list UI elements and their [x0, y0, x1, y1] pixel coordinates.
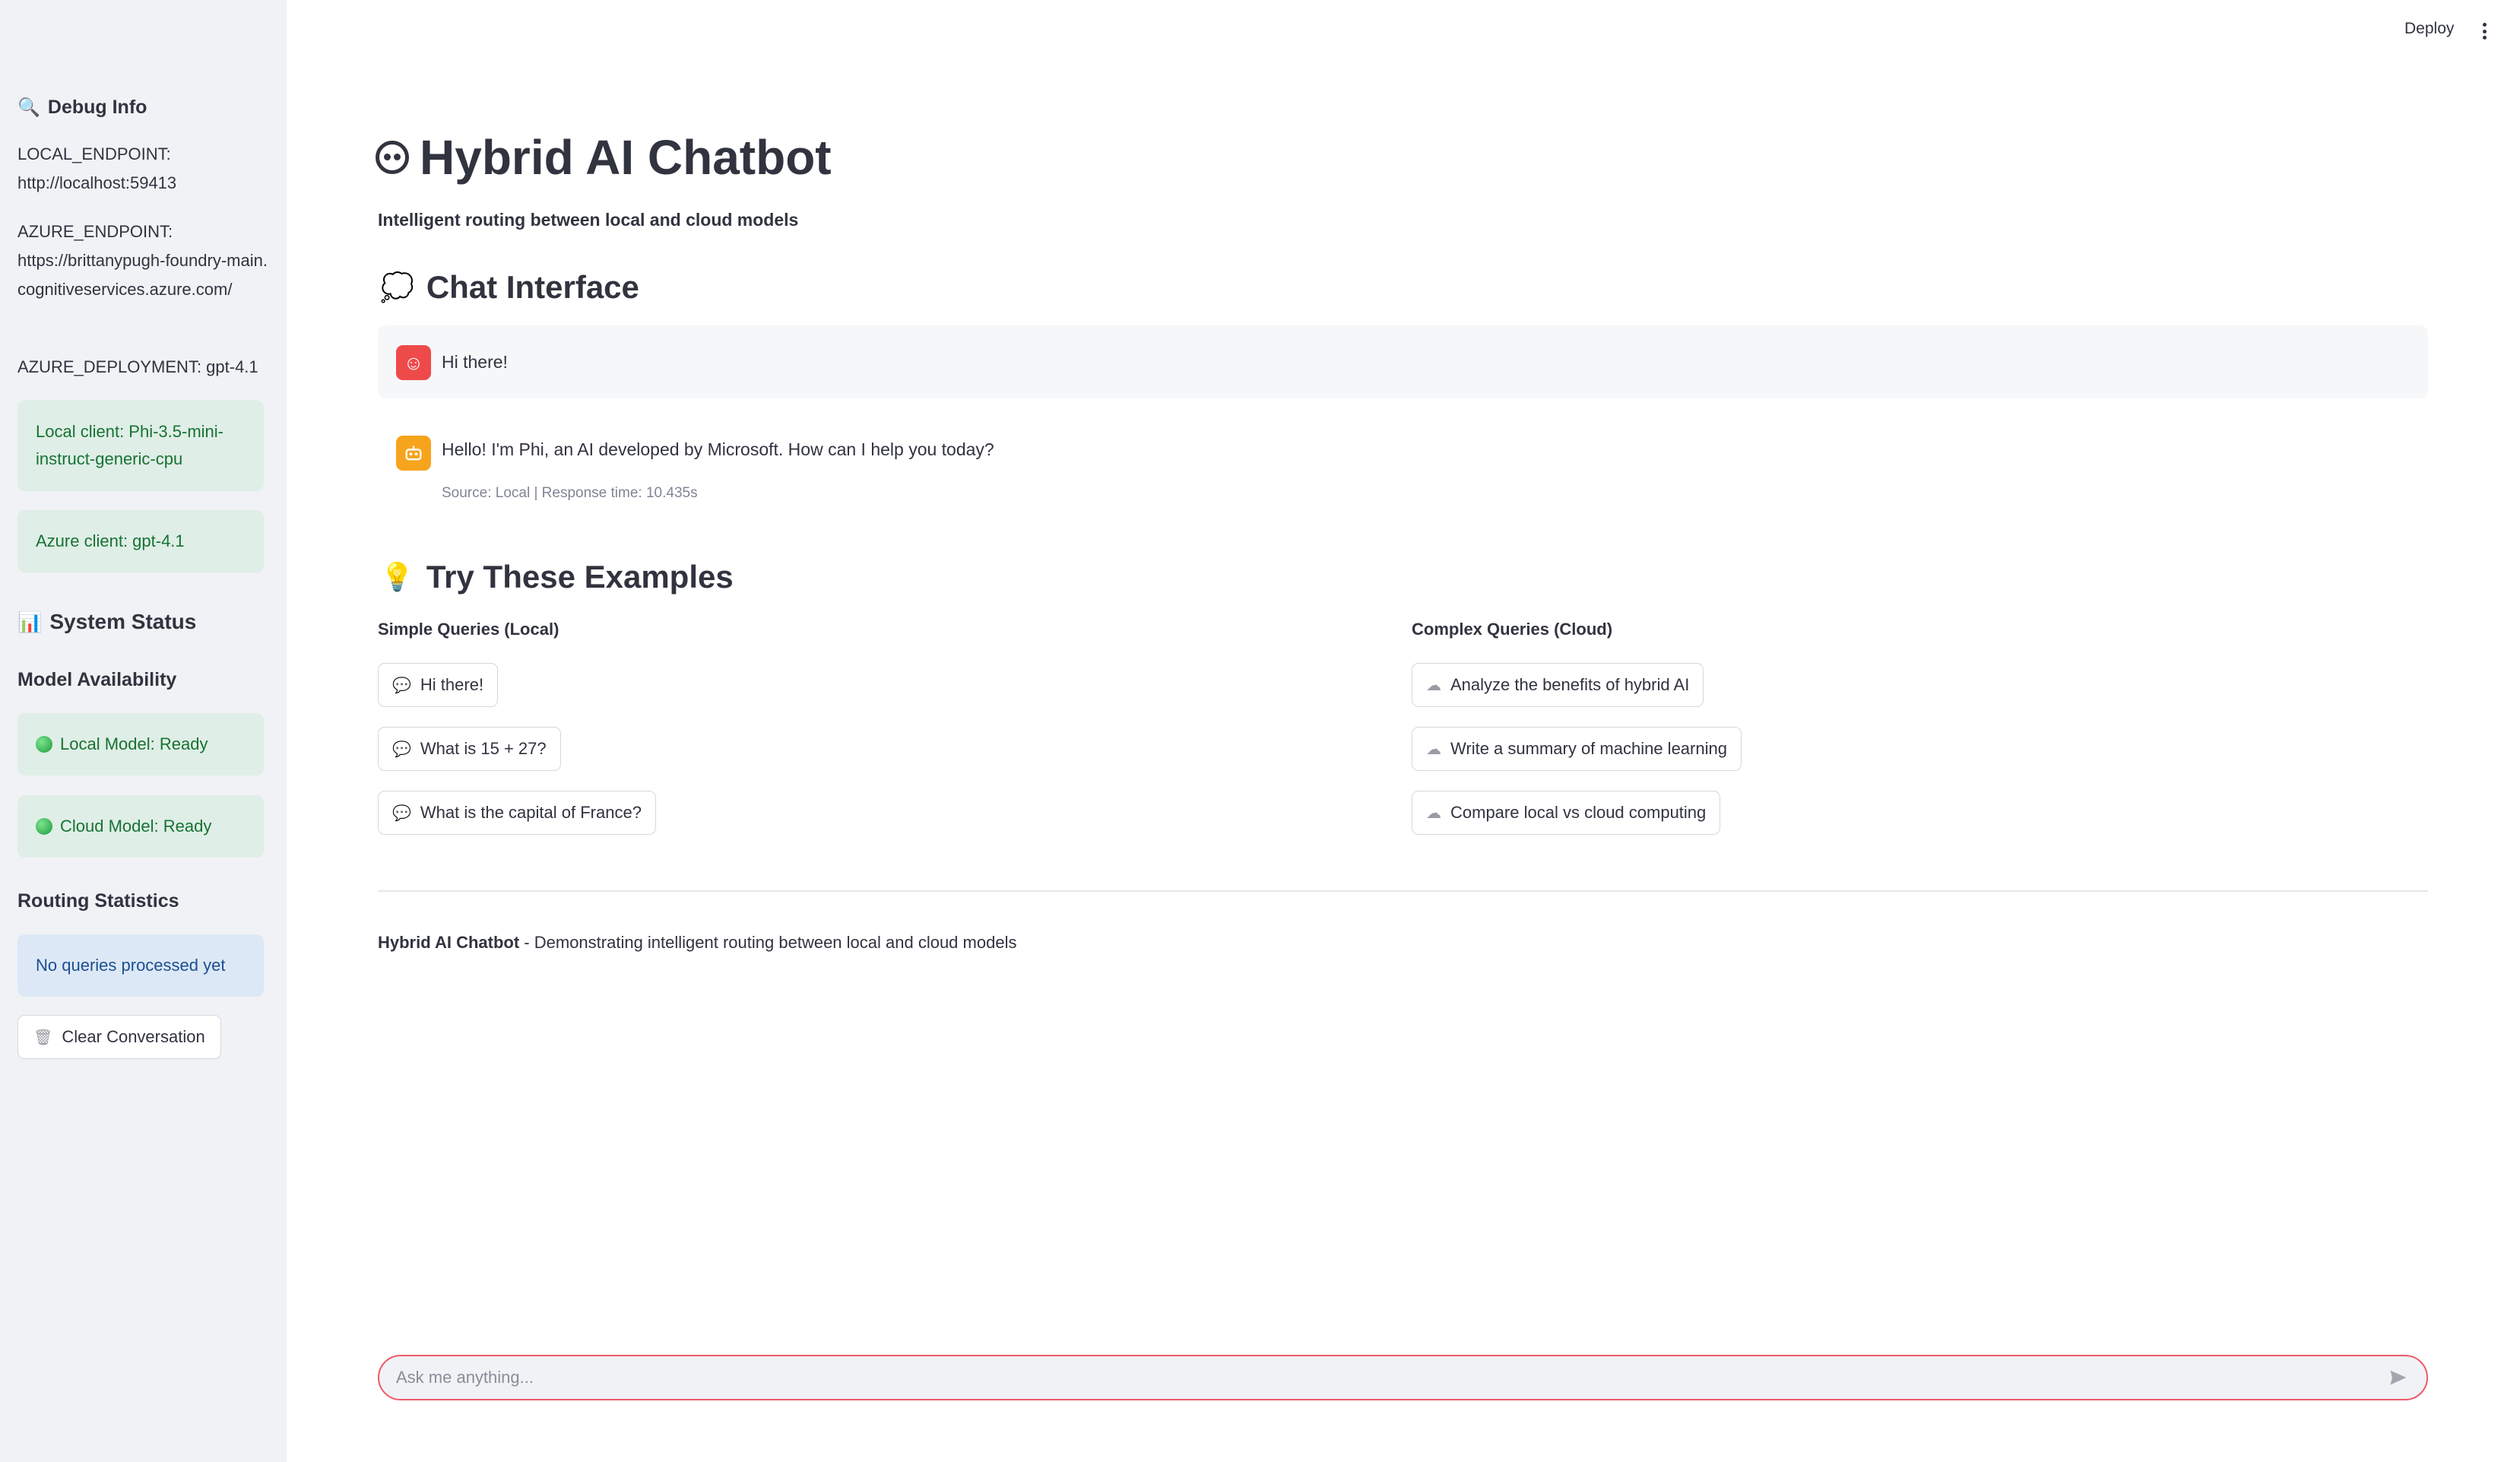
- speech-bubble-icon: 💬: [392, 677, 411, 694]
- assistant-message-text: Hello! I'm Phi, an AI developed by Micro…: [442, 439, 994, 459]
- cloud-model-status: Cloud Model: Ready: [17, 795, 264, 858]
- lightbulb-icon: 💡: [380, 561, 414, 592]
- example-complex-button[interactable]: ☁ Compare local vs cloud computing: [1412, 791, 1721, 835]
- footer-caption: Hybrid AI Chatbot - Demonstrating intell…: [378, 933, 1017, 952]
- speech-bubble-icon: 💭: [380, 271, 414, 303]
- simple-queries-heading: Simple Queries (Local): [378, 620, 559, 639]
- main-menu-icon[interactable]: [2477, 18, 2492, 44]
- sidebar: 🔍 Debug Info LOCAL_ENDPOINT: http://loca…: [0, 0, 287, 1462]
- azure-endpoint-text: AZURE_ENDPOINT: https://brittanypugh-fou…: [17, 222, 268, 299]
- examples-heading: 💡 Try These Examples: [380, 559, 734, 595]
- divider: [378, 890, 2428, 892]
- example-simple-button[interactable]: 💬 What is the capital of France?: [378, 791, 656, 835]
- cloud-icon: ☁: [1426, 741, 1441, 758]
- example-simple-button[interactable]: 💬 Hi there!: [378, 663, 499, 707]
- green-circle-icon: [36, 736, 52, 753]
- local-client-alert: Local client: Phi-3.5-mini-instruct-gene…: [17, 400, 264, 491]
- green-circle-icon: [36, 818, 52, 835]
- page-subtitle: Intelligent routing between local and cl…: [378, 210, 799, 230]
- cloud-icon: ☁: [1426, 677, 1441, 694]
- speech-bubble-icon: 💬: [392, 804, 411, 822]
- chat-interface-heading: 💭 Chat Interface: [380, 269, 639, 305]
- speech-bubble-icon: 💬: [392, 741, 411, 758]
- system-status-heading: 📊 System Status: [17, 610, 197, 633]
- local-endpoint-text: LOCAL_ENDPOINT: http://localhost:59413: [17, 144, 177, 192]
- example-simple-button[interactable]: 💬 What is 15 + 27?: [378, 727, 561, 771]
- complex-queries-heading: Complex Queries (Cloud): [1412, 620, 1613, 639]
- example-complex-button[interactable]: ☁ Analyze the benefits of hybrid AI: [1412, 663, 1704, 707]
- user-avatar-icon: ☺: [396, 345, 431, 380]
- example-complex-button[interactable]: ☁ Write a summary of machine learning: [1412, 727, 1742, 771]
- user-message-text: Hi there!: [442, 352, 508, 372]
- magnifier-icon: 🔍: [17, 97, 40, 118]
- azure-deployment-text: AZURE_DEPLOYMENT: gpt-4.1: [17, 357, 258, 376]
- local-model-status: Local Model: Ready: [17, 713, 264, 775]
- assistant-avatar-icon: [396, 436, 431, 471]
- send-icon[interactable]: [2387, 1366, 2410, 1389]
- chat-input-container: [378, 1355, 2428, 1400]
- assistant-message-meta: Source: Local | Response time: 10.435s: [442, 485, 698, 501]
- azure-client-alert: Azure client: gpt-4.1: [17, 510, 264, 572]
- page-title: Hybrid AI Chatbot: [376, 129, 832, 186]
- routing-statistics-heading: Routing Statistics: [17, 890, 179, 912]
- trash-icon: 🗑: [33, 1029, 53, 1046]
- robot-face-icon: [376, 141, 409, 174]
- user-message: [378, 325, 2428, 398]
- bar-chart-icon: 📊: [17, 610, 43, 633]
- routing-info-alert: No queries processed yet: [17, 934, 264, 997]
- model-availability-heading: Model Availability: [17, 669, 177, 690]
- cloud-icon: ☁: [1426, 804, 1441, 822]
- chat-input[interactable]: [396, 1368, 2387, 1387]
- clear-conversation-button[interactable]: 🗑 Clear Conversation: [17, 1015, 221, 1059]
- debug-info-heading: 🔍 Debug Info: [17, 97, 147, 118]
- deploy-button[interactable]: Deploy: [2404, 20, 2454, 38]
